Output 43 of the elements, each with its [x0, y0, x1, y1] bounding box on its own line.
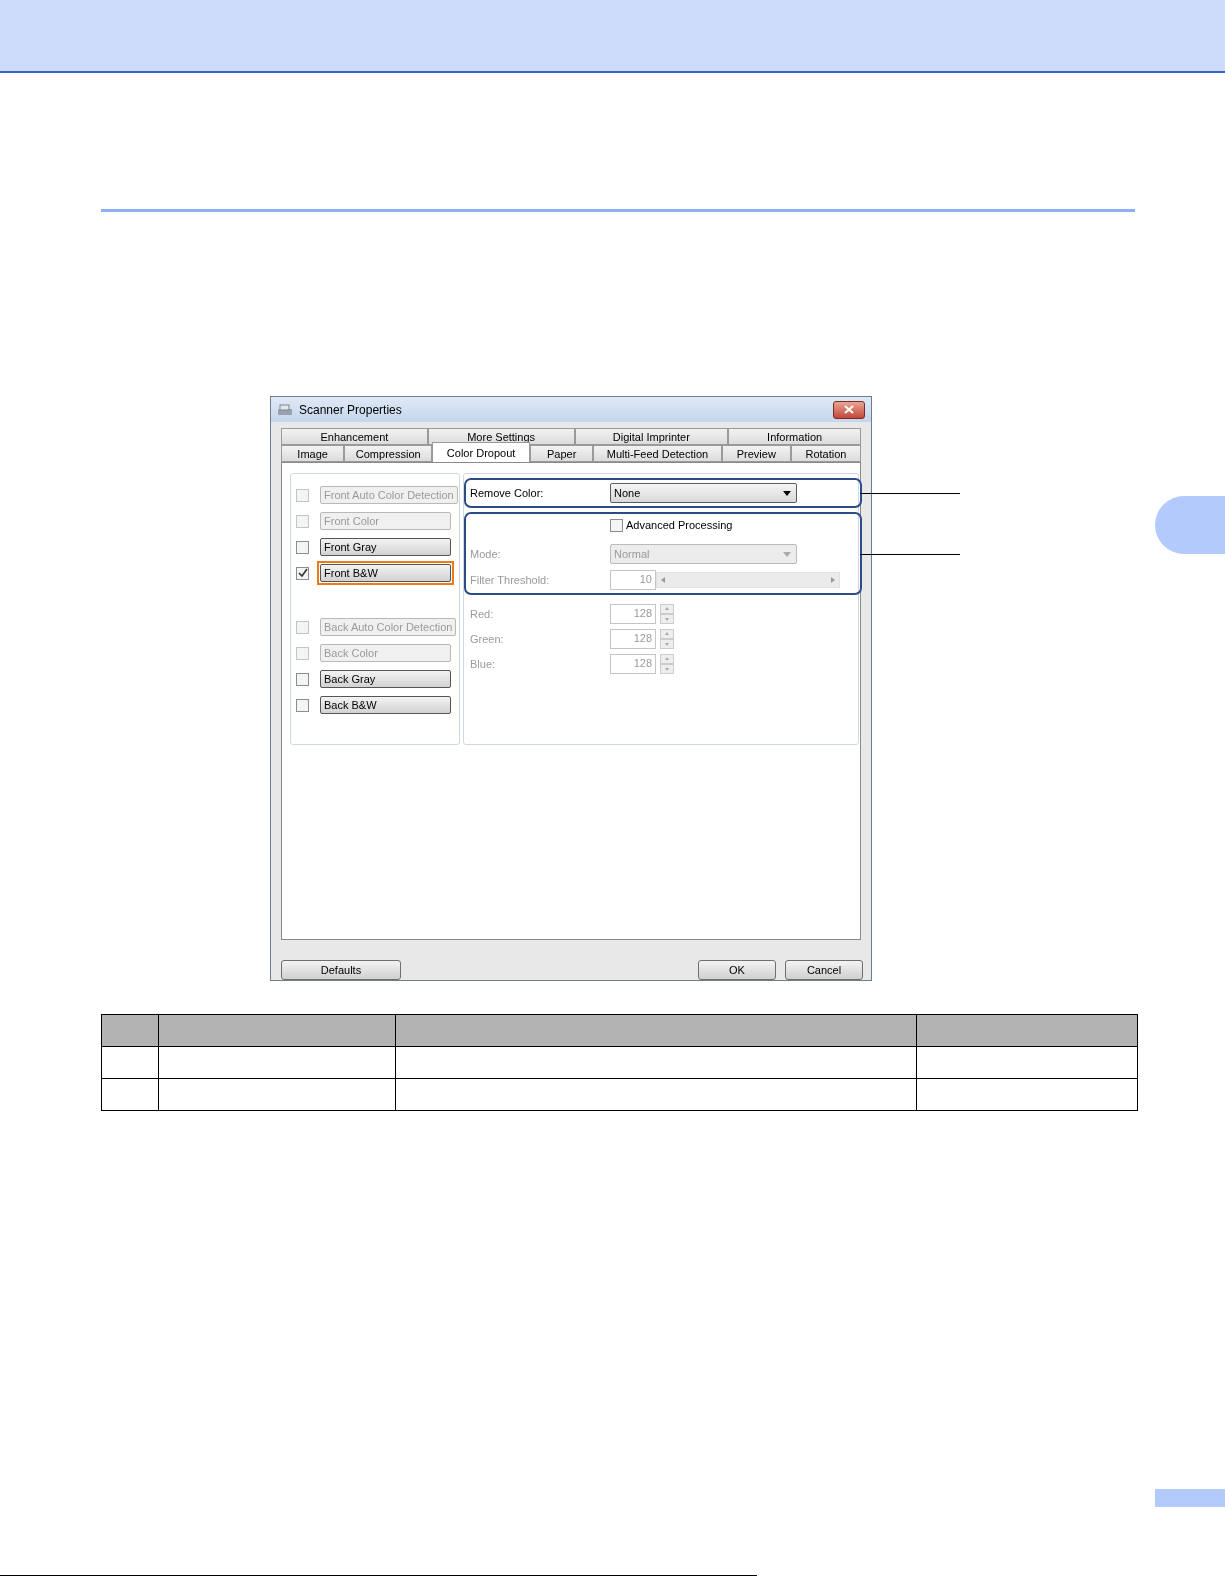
tab[interactable]: Enhancement	[281, 428, 428, 445]
image-type-button[interactable]: Front Gray	[320, 538, 451, 556]
field-label: Mode:	[470, 548, 502, 560]
field-label: Green:	[470, 633, 505, 645]
checkbox-label: Advanced Processing	[626, 519, 733, 531]
tab[interactable]: Preview	[721, 445, 791, 462]
tab[interactable]: Image	[281, 445, 345, 462]
checkbox[interactable]	[296, 672, 309, 686]
dialog-button[interactable]: Cancel	[785, 960, 863, 980]
dialog-button[interactable]: OK	[698, 960, 776, 980]
tab[interactable]: Digital Imprinter	[574, 428, 729, 445]
tab[interactable]: Information	[728, 428, 861, 445]
field-label: Remove Color:	[470, 487, 545, 499]
spinner-icon[interactable]	[660, 654, 674, 674]
tab[interactable]: Multi-Feed Detection	[593, 445, 722, 462]
close-icon	[844, 405, 854, 414]
close-button[interactable]	[833, 400, 865, 419]
caret-icon	[783, 490, 791, 496]
checkbox[interactable]	[296, 698, 309, 712]
remove-color-dropdown[interactable]: None	[610, 483, 797, 503]
caret-icon	[783, 551, 791, 557]
tab[interactable]: Compression	[344, 445, 433, 462]
checkbox[interactable]	[296, 540, 309, 554]
checkbox[interactable]	[296, 566, 309, 580]
spinner-icon[interactable]	[660, 629, 674, 649]
window-title: Scanner Properties	[299, 402, 403, 417]
tab[interactable]: Color Dropout	[432, 442, 530, 462]
field-label: Blue:	[470, 658, 497, 670]
threshold-scrollbar[interactable]	[656, 572, 840, 588]
page-number-band	[1155, 1489, 1225, 1507]
right-arrow-icon[interactable]	[831, 577, 835, 583]
checkbox[interactable]	[610, 518, 623, 532]
image-type-button[interactable]: Front B&W	[320, 564, 451, 582]
tab[interactable]: Rotation	[790, 445, 861, 462]
left-arrow-icon[interactable]	[661, 577, 665, 583]
defaults-button[interactable]: Defaults	[281, 960, 401, 980]
image-type-button[interactable]: Back B&W	[320, 696, 451, 714]
field-label: Red:	[470, 608, 495, 620]
image-type-button[interactable]: Back Gray	[320, 670, 451, 688]
field-label: Filter Threshold:	[470, 574, 551, 586]
scanner-icon	[277, 401, 293, 418]
tab[interactable]: Paper	[530, 445, 594, 462]
spinner-icon[interactable]	[660, 604, 674, 624]
